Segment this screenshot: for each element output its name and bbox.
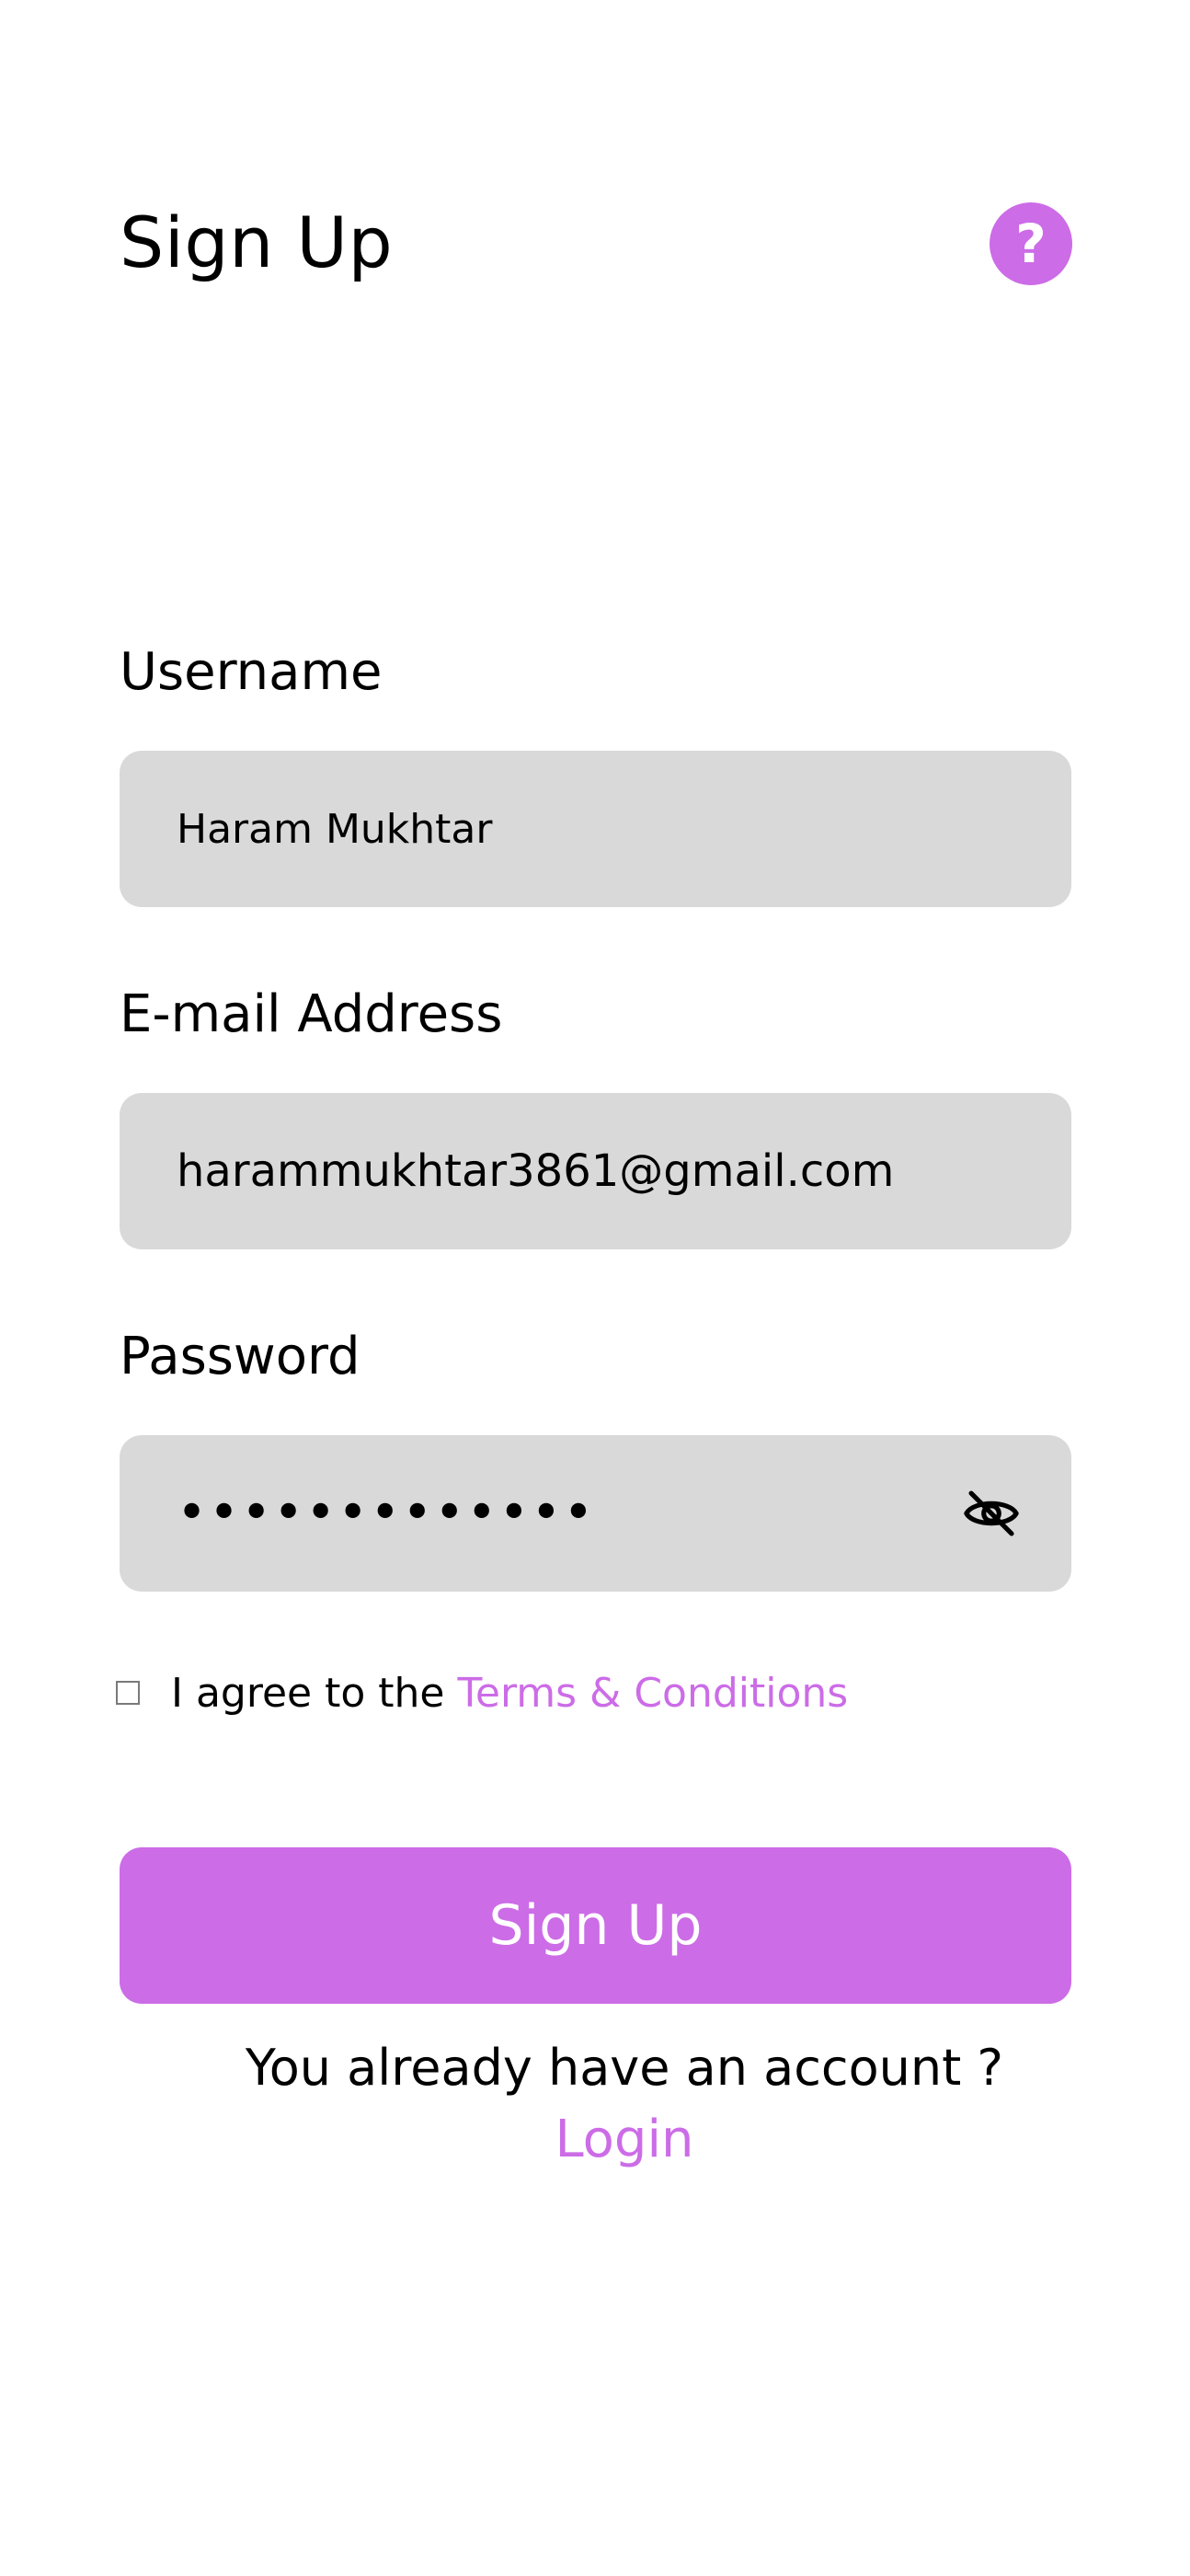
username-label: Username bbox=[120, 642, 383, 702]
username-field-container bbox=[120, 751, 1071, 907]
eye-off-icon[interactable] bbox=[963, 1485, 1020, 1542]
email-label: E-mail Address bbox=[120, 984, 503, 1044]
account-prompt: You already have an account ? bbox=[245, 2039, 1004, 2097]
terms-row: I agree to the Terms & Conditions bbox=[116, 1665, 848, 1720]
email-field-container bbox=[120, 1093, 1071, 1249]
terms-conditions-link[interactable]: Terms & Conditions bbox=[457, 1670, 848, 1717]
question-mark-icon: ? bbox=[1015, 213, 1047, 275]
email-field[interactable] bbox=[177, 1145, 1014, 1197]
login-link[interactable]: Login bbox=[0, 2105, 1190, 2175]
sign-up-button[interactable]: Sign Up bbox=[120, 1847, 1071, 2004]
password-field[interactable]: ••••••••••••• bbox=[120, 1435, 1071, 1592]
page-title: Sign Up bbox=[120, 201, 394, 283]
help-button[interactable]: ? bbox=[990, 202, 1072, 285]
terms-text: I agree to the Terms & Conditions bbox=[171, 1670, 848, 1717]
terms-checkbox[interactable] bbox=[116, 1681, 140, 1705]
sign-up-button-label: Sign Up bbox=[488, 1893, 703, 1958]
password-value: ••••••••••••• bbox=[177, 1483, 596, 1543]
password-label: Password bbox=[120, 1327, 360, 1386]
username-field[interactable] bbox=[177, 805, 1014, 853]
terms-prefix: I agree to the bbox=[171, 1669, 458, 1717]
